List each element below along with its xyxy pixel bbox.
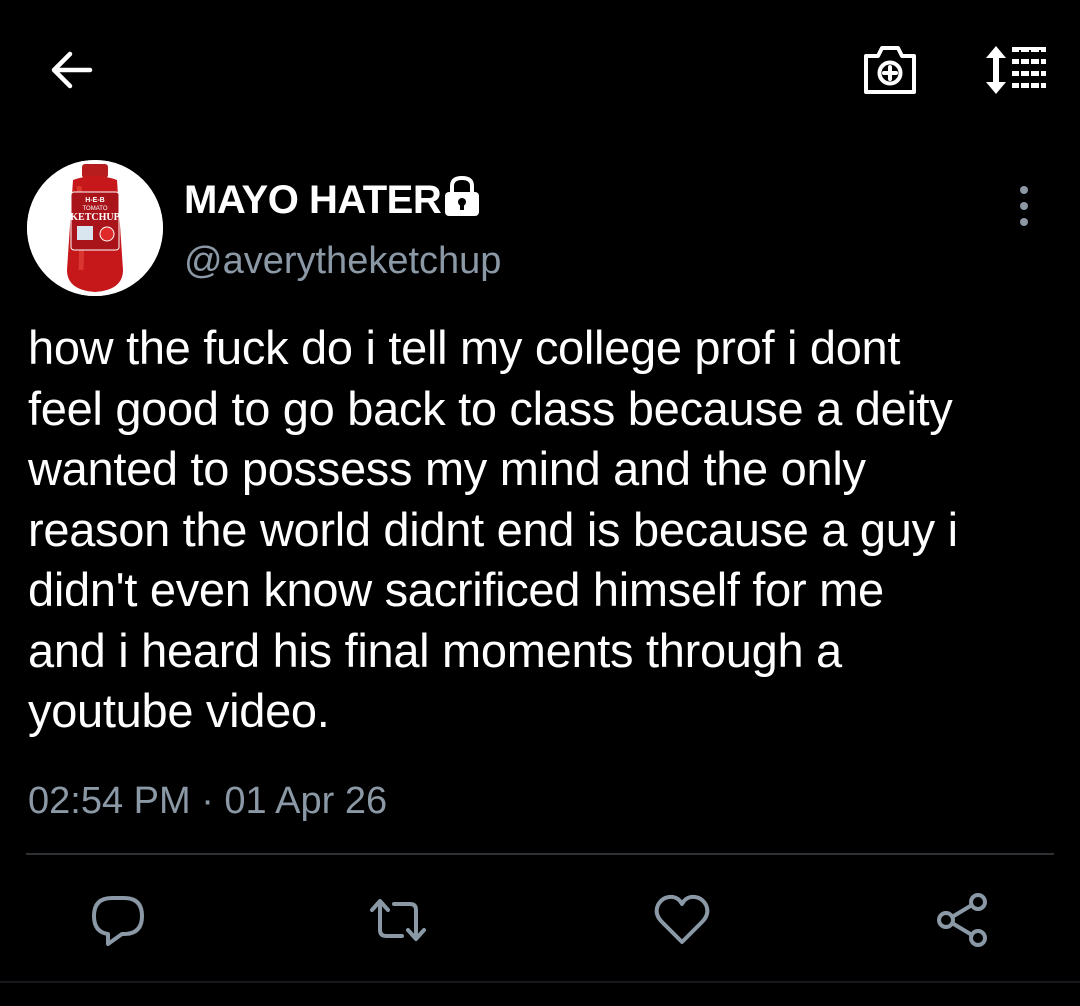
display-name[interactable]: MAYO HATER [184, 176, 442, 224]
user-handle[interactable]: @averytheketchup [184, 238, 501, 284]
heart-icon[interactable] [650, 888, 714, 952]
ketchup-bottle-image: H-E-B TOMATO KETCHUP [27, 160, 163, 296]
avatar[interactable]: H-E-B TOMATO KETCHUP [27, 160, 163, 296]
label-ketchup: KETCHUP [70, 212, 119, 223]
reply-icon[interactable] [86, 888, 150, 952]
arrow-left-icon[interactable] [40, 38, 104, 102]
more-vertical-icon[interactable] [1006, 180, 1042, 232]
camera-plus-icon[interactable] [858, 38, 922, 102]
tweet-text: how the fuck do i tell my college prof i… [28, 321, 958, 737]
lock-icon [445, 175, 479, 216]
tweet-timestamp: 02:54 PM · 01 Apr 26 [28, 780, 388, 822]
label-brand: H-E-B [85, 197, 104, 204]
retweet-icon[interactable] [366, 888, 430, 952]
top-bar [0, 0, 1080, 130]
sort-list-icon[interactable] [980, 38, 1052, 102]
share-icon[interactable] [930, 888, 994, 952]
divider [26, 853, 1054, 855]
bottom-divider [0, 981, 1080, 983]
